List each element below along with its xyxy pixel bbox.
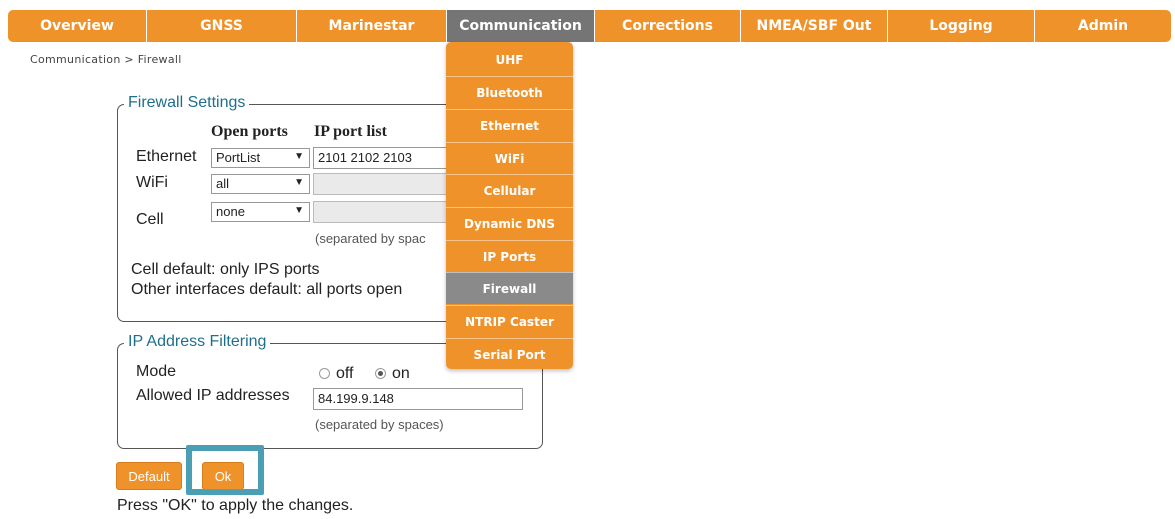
ethernet-port-list-input[interactable]: 2101 2102 2103 bbox=[313, 147, 453, 169]
nav-corrections[interactable]: Corrections bbox=[595, 10, 740, 42]
nav-overview[interactable]: Overview bbox=[8, 10, 146, 42]
mode-on-label: on bbox=[392, 365, 410, 382]
menu-item-ethernet[interactable]: Ethernet bbox=[446, 109, 573, 141]
menu-item-ip-ports[interactable]: IP Ports bbox=[446, 240, 573, 272]
menu-item-uhf[interactable]: UHF bbox=[446, 44, 573, 76]
allowed-ip-label: Allowed IP addresses bbox=[136, 387, 290, 404]
cell-open-ports-select[interactable]: none ▼ bbox=[211, 202, 310, 222]
wifi-port-list-input[interactable] bbox=[313, 173, 453, 195]
cell-port-list-input[interactable] bbox=[313, 201, 453, 223]
port-list-hint: (separated by spac bbox=[315, 231, 426, 246]
nav-marinestar[interactable]: Marinestar bbox=[297, 10, 446, 42]
nav-logging[interactable]: Logging bbox=[888, 10, 1034, 42]
nav-communication[interactable]: Communication bbox=[447, 10, 594, 42]
menu-item-dynamic-dns[interactable]: Dynamic DNS bbox=[446, 207, 573, 239]
top-nav: Overview GNSS Marinestar Communication C… bbox=[8, 10, 1171, 42]
breadcrumb: Communication > Firewall bbox=[30, 53, 182, 66]
open-ports-header: Open ports bbox=[211, 123, 288, 140]
menu-item-serial-port[interactable]: Serial Port bbox=[446, 338, 573, 370]
other-interfaces-note: Other interfaces default: all ports open bbox=[131, 281, 403, 298]
chevron-down-icon: ▼ bbox=[294, 177, 304, 188]
firewall-settings-legend: Firewall Settings bbox=[124, 94, 250, 112]
wifi-label: WiFi bbox=[136, 174, 168, 191]
wifi-select-value: all bbox=[216, 176, 230, 191]
ethernet-select-value: PortList bbox=[216, 150, 261, 165]
chevron-down-icon: ▼ bbox=[294, 151, 304, 162]
cell-default-note: Cell default: only IPS ports bbox=[131, 261, 320, 278]
wifi-open-ports-select[interactable]: all ▼ bbox=[211, 174, 310, 194]
menu-item-wifi[interactable]: WiFi bbox=[446, 142, 573, 174]
nav-gnss[interactable]: GNSS bbox=[147, 10, 296, 42]
mode-label: Mode bbox=[136, 363, 177, 380]
menu-item-cellular[interactable]: Cellular bbox=[446, 174, 573, 206]
allowed-ip-hint: (separated by spaces) bbox=[315, 417, 444, 432]
menu-item-firewall[interactable]: Firewall bbox=[446, 272, 573, 304]
ok-button[interactable]: Ok bbox=[202, 462, 244, 490]
nav-admin[interactable]: Admin bbox=[1035, 10, 1171, 42]
allowed-ip-input[interactable]: 84.199.9.148 bbox=[313, 388, 523, 410]
cell-label: Cell bbox=[136, 211, 164, 228]
nav-nmea-sbf-out[interactable]: NMEA/SBF Out bbox=[741, 10, 887, 42]
ethernet-open-ports-select[interactable]: PortList ▼ bbox=[211, 148, 310, 168]
cell-select-value: none bbox=[216, 204, 245, 219]
menu-item-bluetooth[interactable]: Bluetooth bbox=[446, 76, 573, 108]
mode-off-label: off bbox=[336, 365, 354, 382]
mode-on-radio[interactable] bbox=[375, 368, 386, 379]
ip-port-list-header: IP port list bbox=[314, 123, 387, 140]
mode-off-radio[interactable] bbox=[319, 368, 330, 379]
default-button[interactable]: Default bbox=[116, 462, 182, 490]
chevron-down-icon: ▼ bbox=[294, 205, 304, 216]
menu-item-ntrip-caster[interactable]: NTRIP Caster bbox=[446, 305, 573, 337]
communication-dropdown-menu: UHF Bluetooth Ethernet WiFi Cellular Dyn… bbox=[446, 42, 573, 369]
ip-filtering-legend: IP Address Filtering bbox=[124, 333, 271, 351]
apply-changes-note: Press "OK" to apply the changes. bbox=[117, 497, 354, 514]
ethernet-label: Ethernet bbox=[136, 148, 197, 165]
